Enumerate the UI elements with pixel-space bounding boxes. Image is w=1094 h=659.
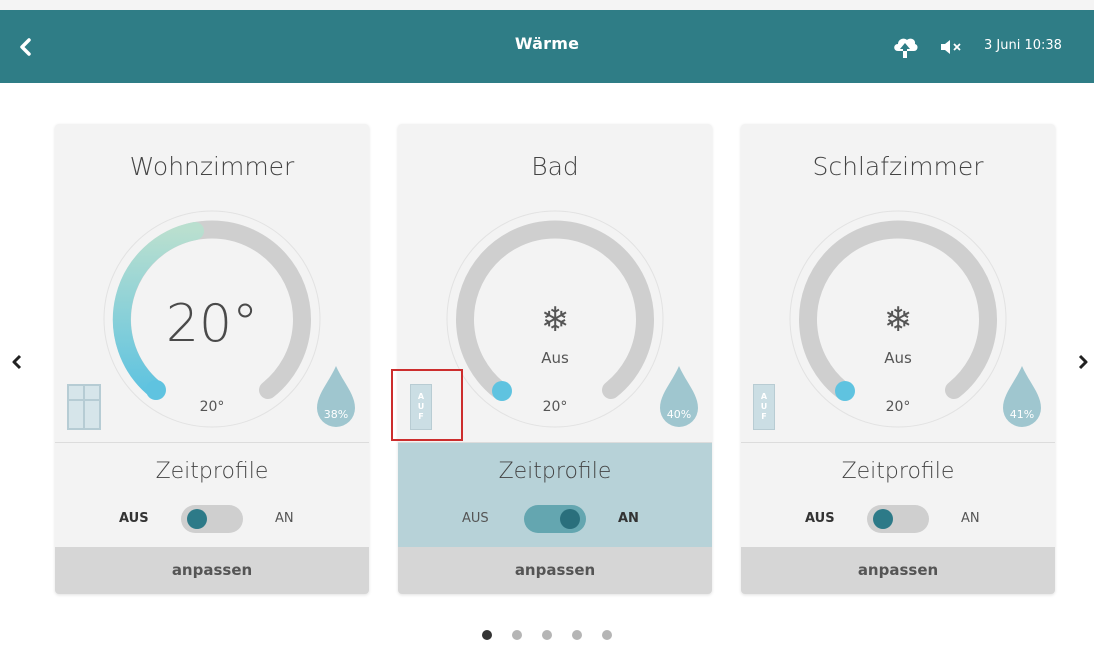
current-temperature: 20°: [165, 294, 259, 354]
badge-letter: F: [761, 412, 767, 421]
toggle-on-label: AN: [275, 511, 294, 526]
time-profile-section: Zeitprofile AUS AN: [55, 443, 369, 547]
badge-letter: A: [760, 392, 768, 401]
room-card-schlafzimmer[interactable]: Schlafzimmer ❄ Aus 20° A U F 41% Zeitpro…: [741, 124, 1055, 594]
cloud-upload-icon: [894, 38, 918, 58]
page-dot[interactable]: [602, 630, 612, 640]
previous-page-button[interactable]: [6, 348, 28, 376]
page-dot[interactable]: [512, 630, 522, 640]
speaker-mute-icon: [941, 40, 961, 54]
toggle-knob: [187, 509, 207, 529]
adjust-button[interactable]: anpassen: [741, 547, 1055, 594]
page-dot[interactable]: [572, 630, 582, 640]
next-page-button[interactable]: [1072, 348, 1094, 376]
time-profile-toggle[interactable]: [181, 505, 243, 533]
adjust-button[interactable]: anpassen: [55, 547, 369, 594]
humidity-value: 40%: [666, 408, 692, 421]
snowflake-icon: ❄: [883, 300, 913, 340]
page-dot[interactable]: [542, 630, 552, 640]
toggle-knob: [560, 509, 580, 529]
room-card-wohnzimmer[interactable]: Wohnzimmer 20° 20° 38% Zeitprofile AUS A…: [55, 124, 369, 594]
datetime-display: 3 Juni 10:38: [984, 38, 1062, 53]
time-profile-section: Zeitprofile AUS AN: [741, 443, 1055, 547]
time-profile-toggle[interactable]: [524, 505, 586, 533]
humidity-value: 41%: [1009, 408, 1035, 421]
humidity-value: 38%: [323, 408, 349, 421]
highlight-box: [391, 369, 463, 441]
window-icon: [67, 384, 101, 430]
mute-button[interactable]: [938, 36, 966, 58]
snowflake-icon: ❄: [540, 300, 570, 340]
badge-letter: U: [760, 402, 768, 411]
window-open-badge: A U F: [753, 384, 775, 430]
page-indicator: [0, 630, 1094, 644]
adjust-button[interactable]: anpassen: [398, 547, 712, 594]
time-profile-toggle[interactable]: [867, 505, 929, 533]
toggle-off-label: AUS: [805, 511, 835, 526]
time-profile-toggle-row: AUS AN: [741, 503, 1055, 533]
time-profile-title: Zeitprofile: [841, 459, 955, 484]
toggle-off-label: AUS: [119, 511, 149, 526]
cloud-upload-button[interactable]: [890, 34, 920, 60]
time-profile-toggle-row: AUS AN: [398, 503, 712, 533]
chevron-left-icon: [12, 354, 22, 370]
page-dot[interactable]: [482, 630, 492, 640]
toggle-on-label: AN: [618, 511, 639, 526]
chevron-right-icon: [1078, 354, 1088, 370]
time-profile-section: Zeitprofile AUS AN: [398, 443, 712, 547]
time-profile-title: Zeitprofile: [498, 459, 612, 484]
page-title: Wärme: [514, 34, 580, 53]
time-profile-title: Zeitprofile: [155, 459, 269, 484]
time-profile-toggle-row: AUS AN: [55, 503, 369, 533]
toggle-off-label: AUS: [462, 511, 489, 526]
toggle-knob: [873, 509, 893, 529]
room-card-bad[interactable]: Bad ❄ Aus 20° A U F 40% Zeitprofile AUS …: [398, 124, 712, 594]
toggle-on-label: AN: [961, 511, 980, 526]
top-bar: Wärme 3 Juni 10:38: [0, 0, 1094, 83]
